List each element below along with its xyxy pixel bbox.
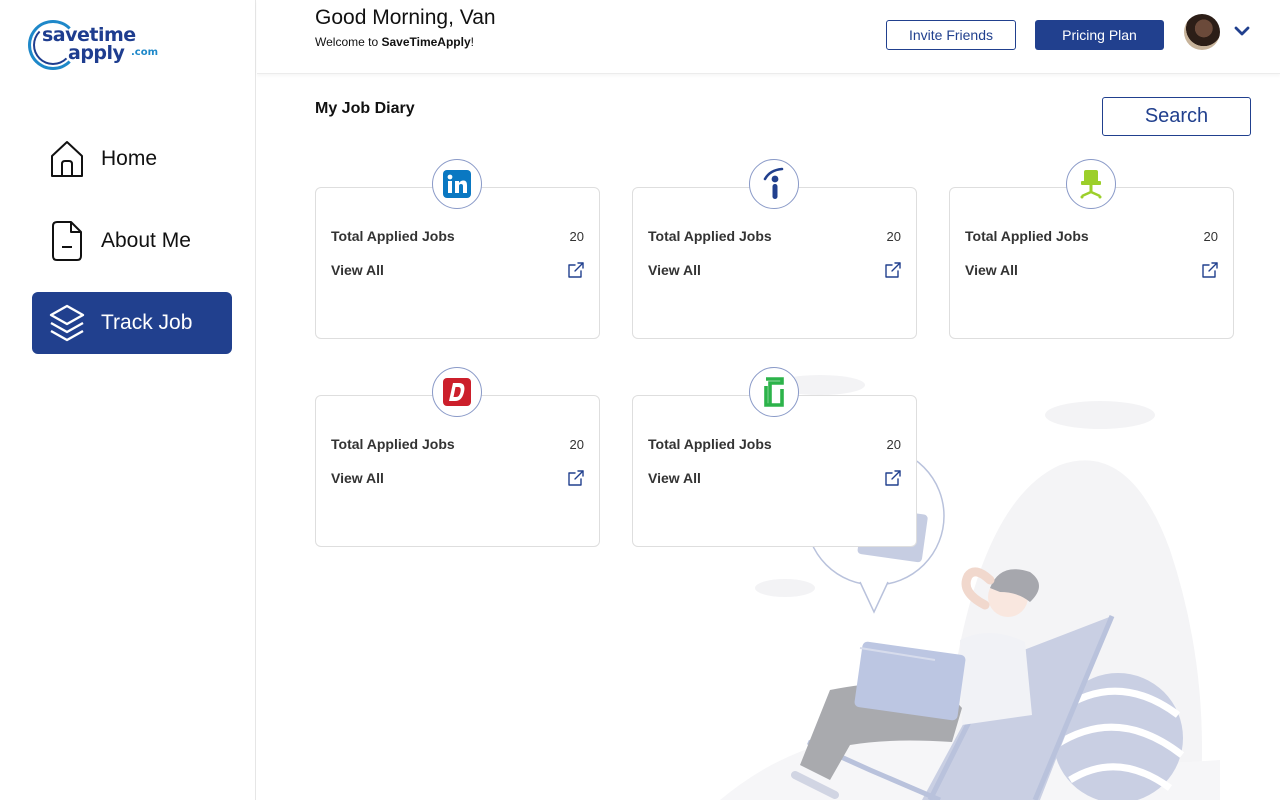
total-applied-row: Total Applied Jobs 20 — [648, 436, 901, 452]
welcome-suffix: ! — [470, 35, 474, 49]
view-all-link[interactable]: View All — [331, 470, 384, 486]
app: savetime apply .com Home About Me Track … — [0, 0, 1280, 800]
chevron-down-icon[interactable] — [1232, 24, 1252, 40]
total-applied-count: 20 — [569, 228, 584, 244]
sidebar-nav: Home About Me Track Job — [32, 128, 232, 374]
greeting-title: Good Morning, Van — [315, 6, 496, 29]
external-link-icon[interactable] — [567, 469, 585, 487]
sidebar-item-about-me[interactable]: About Me — [32, 210, 232, 272]
total-applied-count: 20 — [886, 436, 901, 452]
sidebar-item-track-job[interactable]: Track Job — [32, 292, 232, 354]
logo-text-suffix: .com — [131, 47, 159, 58]
welcome-subtitle: Welcome to SaveTimeApply! — [315, 35, 474, 49]
view-all-row[interactable]: View All — [648, 469, 902, 487]
total-applied-count: 20 — [569, 436, 584, 452]
view-all-link[interactable]: View All — [331, 262, 384, 278]
total-applied-count: 20 — [1203, 228, 1218, 244]
external-link-icon[interactable] — [884, 261, 902, 279]
welcome-prefix: Welcome to — [315, 35, 382, 49]
total-applied-label: Total Applied Jobs — [648, 436, 772, 452]
top-header: Good Morning, Van Welcome to SaveTimeApp… — [257, 0, 1280, 74]
sidebar-item-label: Track Job — [101, 311, 193, 334]
sidebar-item-home[interactable]: Home — [32, 128, 232, 190]
logo-text-line2: apply — [68, 42, 125, 64]
total-applied-row: Total Applied Jobs 20 — [331, 436, 584, 452]
sidebar: savetime apply .com Home About Me Track … — [0, 0, 256, 800]
welcome-brand: SaveTimeApply — [381, 35, 471, 49]
search-button[interactable]: Search — [1102, 97, 1251, 136]
view-all-link[interactable]: View All — [648, 470, 701, 486]
external-link-icon[interactable] — [1201, 261, 1219, 279]
view-all-row[interactable]: View All — [965, 261, 1219, 279]
external-link-icon[interactable] — [884, 469, 902, 487]
job-site-card-indeed: Total Applied Jobs 20 View All — [632, 159, 917, 339]
total-applied-row: Total Applied Jobs 20 — [965, 228, 1218, 244]
invite-friends-button[interactable]: Invite Friends — [886, 20, 1016, 50]
home-icon — [48, 138, 86, 180]
view-all-link[interactable]: View All — [648, 262, 701, 278]
page-title: My Job Diary — [315, 100, 415, 117]
view-all-row[interactable]: View All — [648, 261, 902, 279]
job-site-card-chair: Total Applied Jobs 20 View All — [949, 159, 1234, 339]
job-site-card-dice: Total Applied Jobs 20 View All — [315, 367, 600, 547]
sidebar-item-label: Home — [101, 147, 158, 170]
view-all-link[interactable]: View All — [965, 262, 1018, 278]
total-applied-label: Total Applied Jobs — [331, 436, 455, 452]
document-icon — [48, 220, 86, 262]
total-applied-row: Total Applied Jobs 20 — [331, 228, 584, 244]
layers-icon — [48, 302, 86, 344]
total-applied-label: Total Applied Jobs — [648, 228, 772, 244]
glassdoor-logo-icon[interactable] — [749, 367, 799, 417]
dice-logo-icon[interactable] — [432, 367, 482, 417]
total-applied-count: 20 — [886, 228, 901, 244]
total-applied-label: Total Applied Jobs — [331, 228, 455, 244]
view-all-row[interactable]: View All — [331, 261, 585, 279]
total-applied-label: Total Applied Jobs — [965, 228, 1089, 244]
savetimeapply-logo[interactable]: savetime apply .com — [28, 18, 168, 72]
job-chair-logo-icon[interactable] — [1066, 159, 1116, 209]
external-link-icon[interactable] — [567, 261, 585, 279]
indeed-logo-icon[interactable] — [749, 159, 799, 209]
job-site-card-glassdoor: Total Applied Jobs 20 View All — [632, 367, 917, 547]
total-applied-row: Total Applied Jobs 20 — [648, 228, 901, 244]
sidebar-item-label: About Me — [101, 229, 191, 252]
pricing-plan-button[interactable]: Pricing Plan — [1035, 20, 1164, 50]
view-all-row[interactable]: View All — [331, 469, 585, 487]
linkedin-logo-icon[interactable] — [432, 159, 482, 209]
avatar[interactable] — [1184, 14, 1220, 50]
job-site-card-linkedin: Total Applied Jobs 20 View All — [315, 159, 600, 339]
